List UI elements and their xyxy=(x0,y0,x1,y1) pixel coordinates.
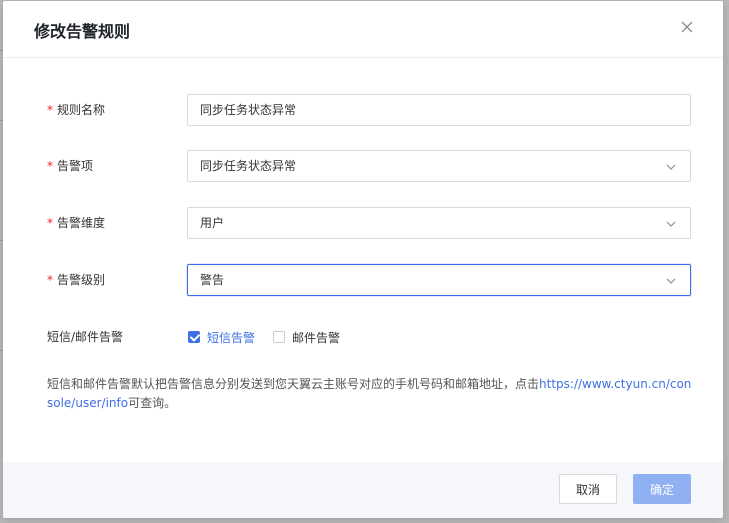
alarm-level-value: 警告 xyxy=(200,273,225,287)
alarm-dimension-select[interactable]: 用户 xyxy=(187,207,691,239)
sms-alarm-label: 短信告警 xyxy=(207,330,256,345)
form-row-rule-name: * 规则名称 同步任务状态异常 xyxy=(3,94,723,126)
required-mark: * xyxy=(47,273,53,287)
notify-checkbox-group: 短信告警 邮件告警 xyxy=(188,321,358,353)
email-alarm-label: 邮件告警 xyxy=(292,330,341,345)
close-icon xyxy=(681,21,693,33)
hint-text: 短信和邮件告警默认把告警信息分别发送到您天翼云主账号对应的手机号码和邮箱地址，点… xyxy=(47,377,540,391)
alarm-dimension-value: 用户 xyxy=(200,216,225,230)
alarm-item-select[interactable]: 同步任务状态异常 xyxy=(187,150,691,182)
email-alarm-checkbox[interactable]: 邮件告警 xyxy=(273,329,340,346)
chevron-down-icon xyxy=(666,221,676,227)
checkbox-unchecked-icon xyxy=(273,331,286,343)
rule-name-input[interactable]: 同步任务状态异常 xyxy=(187,94,691,126)
dialog-header: 修改告警规则 xyxy=(3,1,723,58)
required-mark: * xyxy=(47,216,53,230)
alarm-level-select[interactable]: 警告 xyxy=(187,264,691,296)
form-row-alarm-dimension: * 告警维度 用户 xyxy=(3,207,723,239)
cancel-button[interactable]: 取消 xyxy=(559,474,617,504)
chevron-down-icon xyxy=(666,164,676,170)
dialog-title: 修改告警规则 xyxy=(34,22,131,41)
notify-hint: 短信和邮件告警默认把告警信息分别发送到您天翼云主账号对应的手机号码和邮箱地址，点… xyxy=(47,375,697,413)
required-mark: * xyxy=(47,103,53,117)
alarm-level-label: * 告警级别 xyxy=(47,273,106,287)
chevron-down-icon xyxy=(666,278,676,284)
checkbox-checked-icon xyxy=(188,331,200,343)
alarm-dimension-label: * 告警维度 xyxy=(47,216,106,230)
form-row-alarm-level: * 告警级别 警告 xyxy=(3,264,723,296)
sms-alarm-checkbox[interactable]: 短信告警 xyxy=(188,329,255,346)
alarm-item-label: * 告警项 xyxy=(47,159,94,173)
required-mark: * xyxy=(47,159,53,173)
dialog-footer: 取消 确定 xyxy=(3,462,723,518)
alarm-item-value: 同步任务状态异常 xyxy=(200,159,297,173)
edit-alarm-rule-dialog: 修改告警规则 * 规则名称 同步任务状态异常 * 告警项 同步任务状态异常 * 告警维… xyxy=(3,1,723,518)
form-row-notify: 短信/邮件告警 短信告警 邮件告警 xyxy=(3,321,723,353)
notify-label: 短信/邮件告警 xyxy=(47,330,124,344)
hint-suffix: 可查询。 xyxy=(128,396,177,410)
form-row-alarm-item: * 告警项 同步任务状态异常 xyxy=(3,150,723,182)
rule-name-label: * 规则名称 xyxy=(47,103,106,117)
confirm-button[interactable]: 确定 xyxy=(633,474,691,504)
close-button[interactable] xyxy=(679,19,695,35)
